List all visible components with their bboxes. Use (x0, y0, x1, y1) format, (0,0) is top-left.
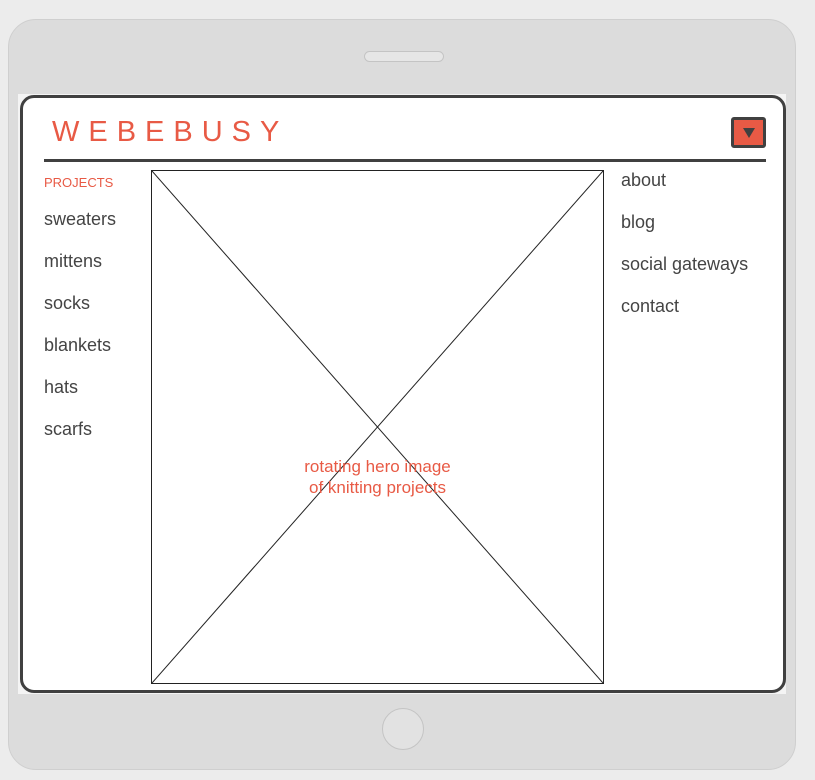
nav-item-blog[interactable]: blog (621, 201, 771, 243)
site-nav: about blog social gateways contact (621, 159, 771, 327)
speaker-grille (364, 51, 444, 62)
nav-item-blankets[interactable]: blankets (44, 324, 144, 366)
hero-caption: rotating hero image of knitting projects (304, 457, 451, 497)
image-placeholder-x-icon (152, 171, 603, 683)
site-nav-list: about blog social gateways contact (621, 159, 771, 327)
projects-heading: PROJECTS (44, 175, 114, 190)
nav-item-socks[interactable]: socks (44, 282, 144, 324)
site-logo[interactable]: WEBEBUSY (52, 116, 288, 149)
nav-item-about[interactable]: about (621, 159, 771, 201)
nav-item-hats[interactable]: hats (44, 366, 144, 408)
nav-item-mittens[interactable]: mittens (44, 240, 144, 282)
nav-item-sweaters[interactable]: sweaters (44, 198, 144, 240)
dropdown-menu-button[interactable] (731, 117, 766, 148)
caret-down-icon (742, 127, 755, 138)
nav-item-contact[interactable]: contact (621, 285, 771, 327)
screen: WEBEBUSY PROJECTS sweaters mittens socks… (20, 95, 786, 693)
hero-image-placeholder[interactable]: rotating hero image of knitting projects (151, 170, 604, 684)
projects-nav: PROJECTS sweaters mittens socks blankets… (44, 173, 144, 450)
nav-item-social-gateways[interactable]: social gateways (621, 243, 771, 285)
projects-list: sweaters mittens socks blankets hats sca… (44, 198, 144, 450)
home-button[interactable] (382, 708, 424, 750)
nav-item-scarfs[interactable]: scarfs (44, 408, 144, 450)
